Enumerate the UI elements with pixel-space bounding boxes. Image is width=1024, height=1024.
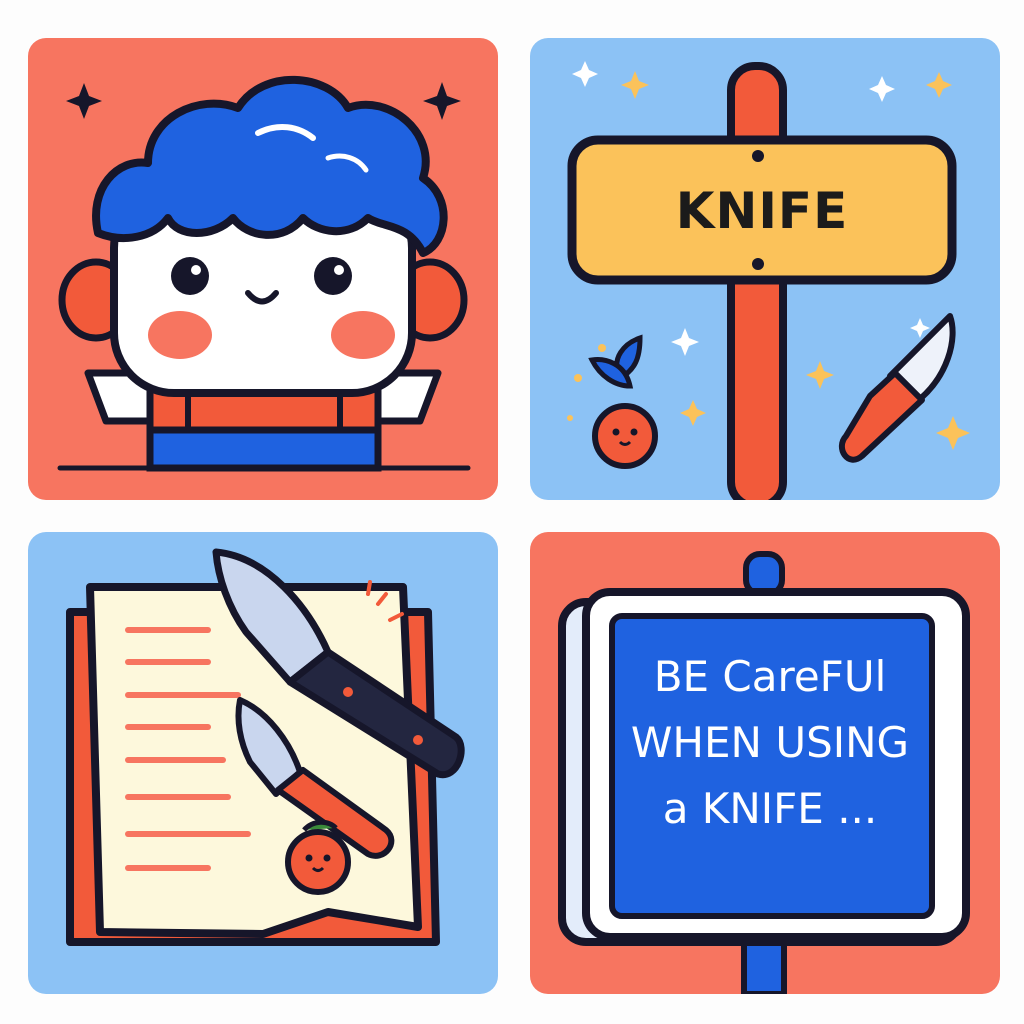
- panel-notice: BE CareFUl WHEN USING a KNIFE ...: [530, 532, 1000, 994]
- notice-line: WHEN USING: [630, 718, 910, 767]
- panel-book: [28, 532, 498, 994]
- notice-line: a KNIFE ...: [662, 784, 878, 833]
- sign-word: KNIFE: [676, 182, 849, 240]
- boy-illustration: [28, 38, 498, 500]
- notice-text: BE CareFUl WHEN USING a KNIFE ...: [625, 644, 915, 842]
- panel-boy: [28, 38, 498, 500]
- panel-signpost: KNIFE: [530, 38, 1000, 500]
- notice-line: BE CareFUl: [653, 652, 887, 701]
